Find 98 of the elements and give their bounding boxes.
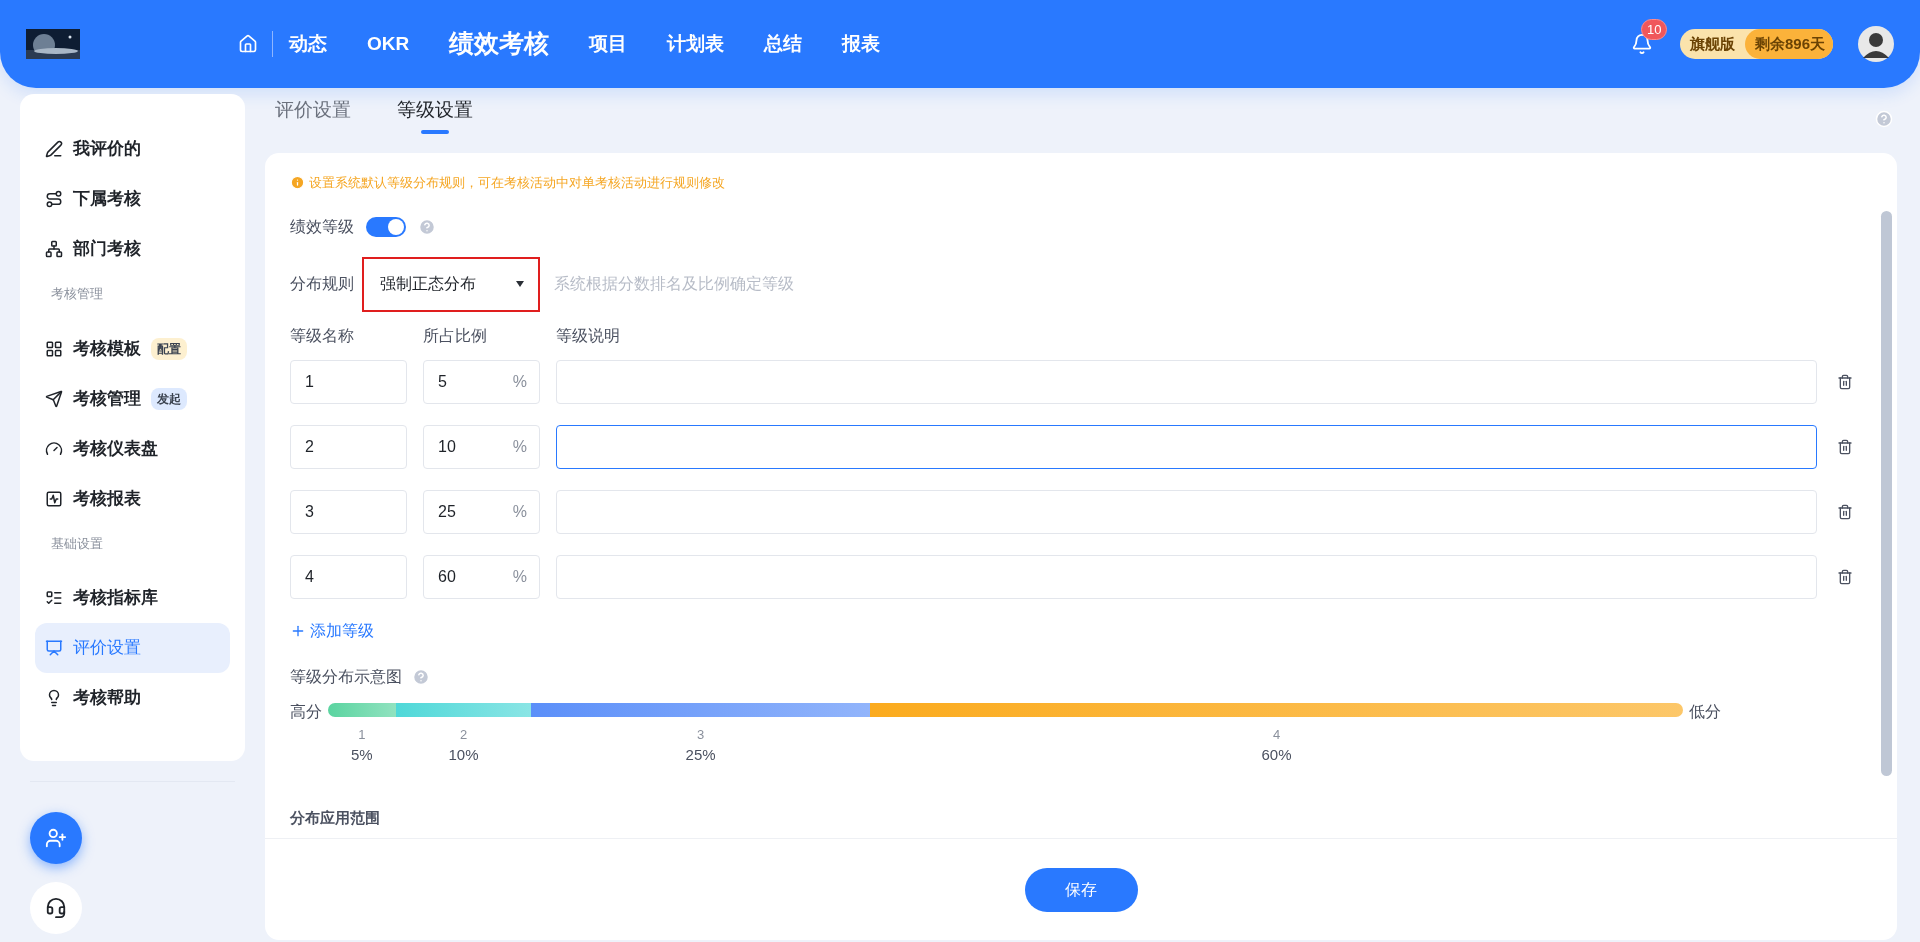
sidebar-item[interactable]: 考核仪表盘	[35, 423, 230, 474]
plan-badge[interactable]: 旗舰版 剩余896天	[1679, 29, 1833, 59]
level-name-field[interactable]: 3	[290, 489, 407, 534]
nav-link[interactable]: 动态	[289, 29, 327, 59]
gauge-icon	[45, 439, 63, 458]
sidebar-item[interactable]: 考核管理 发起	[35, 373, 230, 424]
toggle-switch[interactable]	[366, 216, 406, 237]
nav-link[interactable]: 项目	[589, 29, 628, 59]
column-header: 所占比例	[423, 325, 488, 346]
section-heading: 分布应用范围	[290, 807, 381, 828]
pen-icon	[45, 140, 63, 158]
sidebar-item-label: 下属考核	[73, 188, 141, 211]
column-header: 等级说明	[556, 325, 620, 346]
bell-icon[interactable]	[1630, 33, 1653, 55]
notice-text: 设置系统默认等级分布规则，可在考核活动中对单考核活动进行规则修改	[309, 174, 725, 192]
nav-link[interactable]: OKR	[367, 29, 410, 59]
delete-icon[interactable]	[1837, 568, 1853, 585]
high-score-label: 高分	[290, 702, 322, 719]
scrollbar[interactable]	[1881, 211, 1892, 776]
notification-badge: 10	[1640, 19, 1668, 40]
add-user-button[interactable]	[30, 812, 82, 864]
ratio-field[interactable]: 60 %	[423, 554, 540, 599]
segment-label: 2	[459, 725, 468, 744]
home-icon[interactable]	[238, 34, 258, 54]
nav-link[interactable]: 绩效考核	[449, 25, 550, 63]
segment-percent: 60%	[1261, 745, 1292, 765]
sidebar-item[interactable]: 评价设置	[35, 623, 230, 673]
sidebar-item-label: 考核指标库	[73, 587, 158, 610]
field-label: 分布规则	[290, 274, 354, 294]
ratio-value: 25	[438, 501, 456, 522]
tab[interactable]: 评价设置	[275, 96, 351, 134]
ratio-value: 10	[438, 436, 456, 457]
ratio-field[interactable]: 5 %	[423, 359, 540, 404]
add-level-button[interactable]: 添加等级	[290, 618, 374, 643]
segment-label: 1	[358, 725, 366, 744]
level-name-field[interactable]: 2	[290, 424, 407, 469]
sidebar-item-label: 考核仪表盘	[73, 437, 158, 460]
sidebar-item-label: 考核模板	[73, 337, 141, 360]
sidebar-section-title: 基础设置	[50, 534, 104, 553]
segment-percent: 5%	[351, 745, 373, 765]
grid-icon	[45, 339, 63, 358]
sidebar-badge: 配置	[151, 337, 187, 360]
info-icon	[290, 175, 305, 191]
segment-label: 3	[697, 725, 705, 744]
sidebar-item[interactable]: 我评价的	[35, 124, 230, 174]
list-icon	[45, 589, 63, 607]
sidebar-item-label: 考核报表	[73, 487, 141, 510]
headset-icon	[45, 897, 67, 919]
segment-label: 4	[1272, 725, 1281, 744]
sidebar-item[interactable]: 考核报表	[35, 473, 230, 524]
unit-label: %	[512, 566, 527, 587]
sidebar-item[interactable]: 考核帮助	[35, 673, 230, 723]
ratio-field[interactable]: 10 %	[423, 424, 540, 469]
rule-dropdown[interactable]: 强制正态分布	[362, 256, 540, 312]
level-name-field[interactable]: 4	[290, 554, 407, 599]
section-title: 等级分布示意图	[290, 666, 402, 687]
delete-icon[interactable]	[1837, 503, 1853, 520]
avatar[interactable]	[1858, 26, 1894, 62]
delete-icon[interactable]	[1837, 373, 1853, 390]
rule-hint: 系统根据分数排名及比例确定等级	[554, 274, 794, 294]
segment-percent: 10%	[448, 745, 479, 765]
sidebar-item-label: 我评价的	[73, 138, 141, 161]
field-label: 绩效等级	[290, 216, 354, 237]
plan-edition: 旗舰版	[1688, 33, 1736, 54]
plan-remaining: 剩余896天	[1744, 29, 1833, 59]
route-icon	[45, 190, 63, 208]
caret-icon	[516, 281, 524, 287]
save-button[interactable]: 保存	[1024, 867, 1138, 912]
delete-icon[interactable]	[1837, 438, 1853, 455]
sidebar-item[interactable]: 下属考核	[35, 174, 230, 224]
sidebar-item-label: 评价设置	[73, 637, 141, 660]
sidebar-section-title: 考核管理	[50, 285, 104, 303]
low-score-label: 低分	[1689, 702, 1721, 719]
unit-label: %	[512, 501, 527, 522]
unit-label: %	[512, 436, 527, 457]
sidebar-item-label: 部门考核	[73, 238, 141, 261]
sidebar-item[interactable]: 部门考核	[35, 224, 230, 274]
nav-link[interactable]: 总结	[764, 29, 803, 59]
description-field[interactable]	[556, 424, 1817, 469]
level-name-field[interactable]: 1	[290, 359, 407, 404]
support-button[interactable]	[30, 882, 82, 934]
network-icon	[45, 240, 63, 258]
unit-label: %	[512, 371, 527, 392]
nav-link[interactable]: 报表	[842, 29, 881, 59]
column-header: 等级名称	[290, 325, 355, 346]
nav-link[interactable]: 计划表	[667, 29, 725, 59]
segment-percent: 25%	[685, 745, 716, 765]
ratio-value: 5	[438, 371, 447, 392]
tab[interactable]: 等级设置	[397, 96, 473, 134]
sidebar-item-label: 考核管理	[73, 387, 141, 410]
ratio-value: 60	[438, 566, 456, 587]
ratio-field[interactable]: 25 %	[423, 489, 540, 534]
sidebar-item[interactable]: 考核模板 配置	[35, 323, 230, 374]
user-add-icon	[45, 827, 67, 849]
send-icon	[45, 389, 63, 408]
sidebar-item-label: 考核帮助	[73, 687, 141, 710]
sidebar-badge: 发起	[151, 387, 187, 410]
sidebar-item[interactable]: 考核指标库	[35, 573, 230, 623]
